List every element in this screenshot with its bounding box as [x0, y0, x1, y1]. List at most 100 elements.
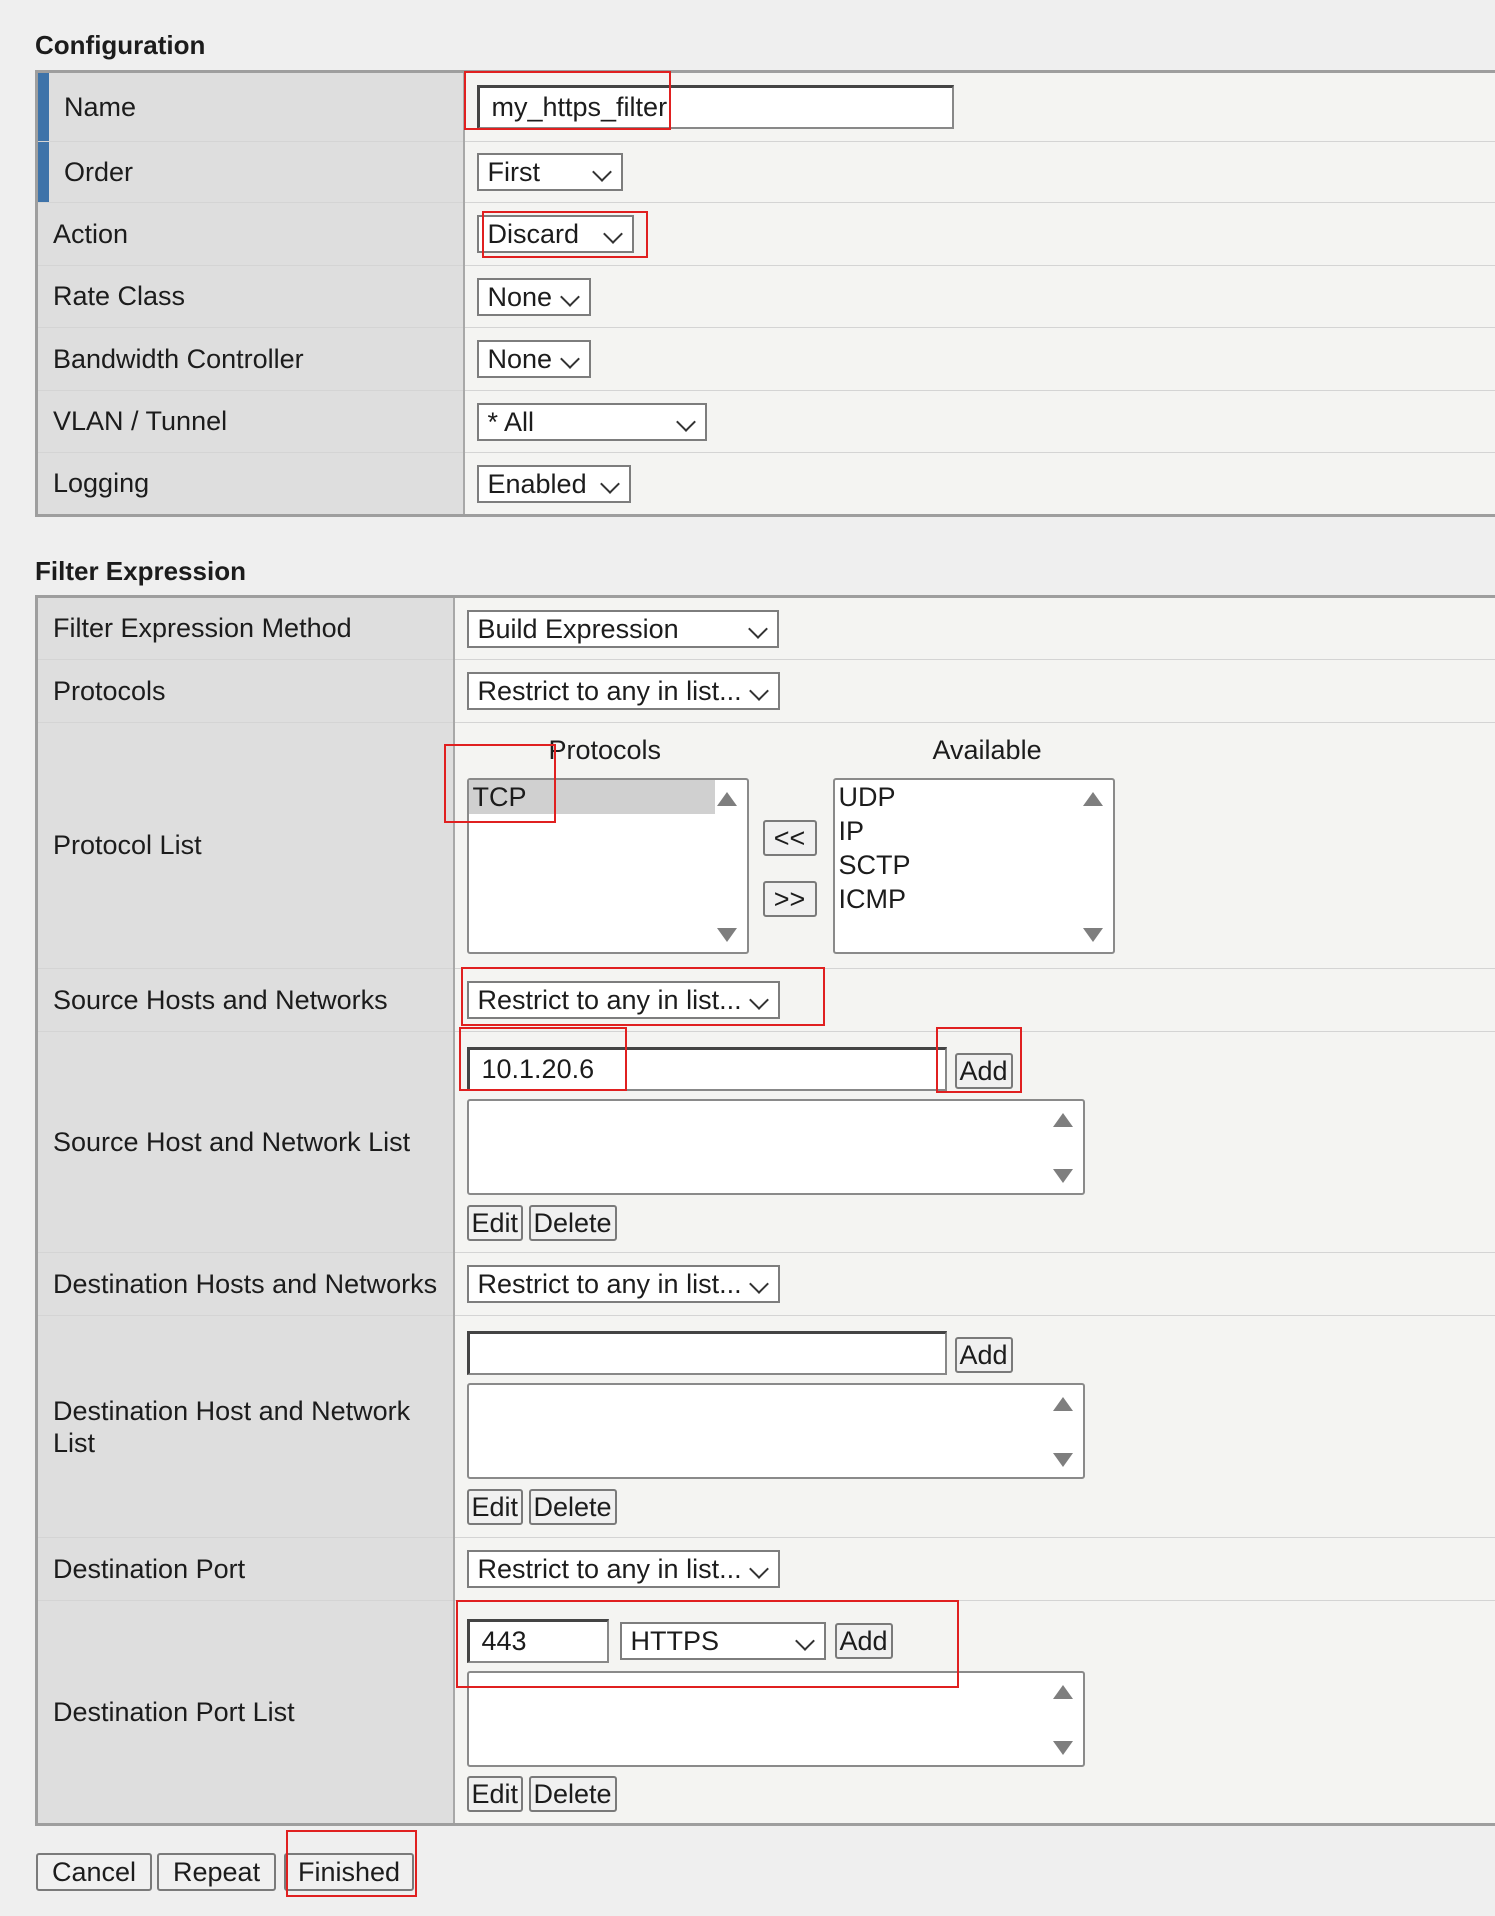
action-select[interactable]: Discard — [476, 215, 634, 253]
chevron-down-icon — [599, 473, 620, 494]
destination-list-label-line1: Destination Host and Network — [53, 1395, 411, 1426]
scroll-down-icon[interactable] — [1052, 1453, 1073, 1467]
destination-hosts-select-value: Restrict to any in list... — [477, 1269, 742, 1299]
scroll-down-icon[interactable] — [1052, 1169, 1073, 1183]
scroll-up-icon[interactable] — [1082, 792, 1103, 806]
rate-class-label: Rate Class — [36, 265, 465, 328]
protocols-select-value: Restrict to any in list... — [477, 676, 742, 706]
action-row: Action Discard — [36, 202, 1495, 266]
source-host-listbox[interactable] — [466, 1099, 1085, 1195]
source-list-label: Source Host and Network List — [36, 1031, 455, 1253]
destination-add-button[interactable]: Add — [954, 1337, 1013, 1373]
available-protocols-header: Available — [932, 735, 1042, 765]
chevron-down-icon — [591, 162, 612, 182]
vlan-select[interactable]: * All — [476, 402, 707, 441]
destination-hosts-row: Destination Hosts and Networks Restrict … — [36, 1252, 1495, 1316]
move-left-button[interactable]: << — [762, 820, 817, 856]
port-delete-button[interactable]: Delete — [528, 1776, 617, 1812]
configuration-section-title: Configuration — [35, 30, 206, 60]
scroll-up-icon[interactable] — [716, 792, 737, 806]
method-label: Filter Expression Method — [36, 596, 455, 660]
filter-table: Filter Expression Method Build Expressio… — [35, 595, 1495, 1826]
protocols-select[interactable]: Restrict to any in list... — [466, 672, 780, 710]
bandwidth-select[interactable]: None — [476, 340, 591, 378]
available-protocol-option[interactable]: IP — [835, 814, 1113, 848]
name-row: Name my_https_filter — [36, 71, 1495, 142]
port-number-input[interactable]: 443 — [466, 1619, 609, 1663]
port-service-select[interactable]: HTTPS — [619, 1622, 826, 1660]
action-select-value: Discard — [487, 219, 580, 249]
selected-protocols-listbox[interactable]: TCP — [466, 778, 749, 954]
destination-hosts-select[interactable]: Restrict to any in list... — [466, 1265, 780, 1303]
vlan-select-value: * All — [487, 406, 535, 437]
destination-delete-button[interactable]: Delete — [528, 1489, 617, 1525]
port-edit-button[interactable]: Edit — [466, 1776, 524, 1812]
selected-protocol-option[interactable]: TCP — [468, 780, 715, 814]
available-protocols-listbox[interactable]: UDP IP SCTP ICMP — [832, 778, 1115, 954]
destination-list-row: Destination Host and Network List Add Edi… — [36, 1315, 1495, 1538]
port-list-row: Destination Port List 443 HTTPS Add Edit… — [36, 1600, 1495, 1825]
chevron-down-icon — [748, 990, 769, 1010]
protocol-list-label: Protocol List — [36, 722, 455, 969]
method-select[interactable]: Build Expression — [466, 609, 779, 648]
protocols-label: Protocols — [36, 659, 455, 723]
port-service-select-value: HTTPS — [630, 1626, 720, 1656]
port-listbox[interactable] — [466, 1671, 1085, 1767]
port-list-container: 443 HTTPS Add Edit Delete — [466, 1601, 1495, 1823]
source-hosts-select[interactable]: Restrict to any in list... — [466, 981, 780, 1019]
logging-select[interactable]: Enabled — [476, 464, 631, 503]
move-right-button[interactable]: >> — [762, 881, 817, 917]
chevron-down-icon — [748, 1559, 769, 1579]
scroll-up-icon[interactable] — [1052, 1397, 1073, 1411]
logging-label: Logging — [36, 452, 465, 516]
method-row: Filter Expression Method Build Expressio… — [36, 596, 1495, 660]
destination-list-label: Destination Host and Network List — [36, 1315, 455, 1538]
cancel-button[interactable]: Cancel — [36, 1853, 153, 1891]
chevron-down-icon — [559, 349, 580, 369]
bandwidth-label: Bandwidth Controller — [36, 327, 465, 391]
chevron-down-icon — [602, 224, 623, 244]
rate-class-row: Rate Class None — [36, 265, 1495, 328]
chevron-down-icon — [748, 1274, 769, 1294]
name-input[interactable]: my_https_filter — [476, 85, 954, 129]
port-add-button[interactable]: Add — [834, 1623, 893, 1659]
source-add-button[interactable]: Add — [954, 1053, 1013, 1089]
source-hosts-row: Source Hosts and Networks Restrict to an… — [36, 968, 1495, 1032]
protocol-list-row: Protocol List Protocols Available TCP <<… — [36, 722, 1495, 969]
port-list-label: Destination Port List — [36, 1600, 455, 1825]
protocol-list-container: Protocols Available TCP << >> UDP IP SCT… — [466, 723, 1495, 968]
bandwidth-row: Bandwidth Controller None — [36, 327, 1495, 391]
source-edit-button[interactable]: Edit — [466, 1205, 524, 1241]
available-protocol-option[interactable]: UDP — [835, 780, 1113, 814]
scroll-down-icon[interactable] — [1052, 1741, 1073, 1755]
finished-button[interactable]: Finished — [284, 1853, 415, 1891]
source-delete-button[interactable]: Delete — [528, 1205, 617, 1241]
rate-class-select[interactable]: None — [476, 277, 591, 316]
destination-host-input[interactable] — [466, 1331, 947, 1375]
available-protocol-option[interactable]: ICMP — [835, 882, 1113, 916]
method-select-value: Build Expression — [477, 613, 679, 644]
destination-host-listbox[interactable] — [466, 1383, 1085, 1479]
repeat-button[interactable]: Repeat — [157, 1853, 277, 1891]
order-select[interactable]: First — [476, 153, 623, 191]
destination-port-label: Destination Port — [36, 1537, 455, 1601]
destination-port-select-value: Restrict to any in list... — [477, 1554, 742, 1584]
destination-port-row: Destination Port Restrict to any in list… — [36, 1537, 1495, 1601]
chevron-down-icon — [675, 411, 696, 432]
source-host-input[interactable]: 10.1.20.6 — [466, 1047, 947, 1091]
destination-list-container: Add Edit Delete — [466, 1316, 1495, 1537]
destination-port-select[interactable]: Restrict to any in list... — [466, 1550, 780, 1588]
scroll-up-icon[interactable] — [1052, 1685, 1073, 1699]
source-hosts-label: Source Hosts and Networks — [36, 968, 455, 1032]
destination-edit-button[interactable]: Edit — [466, 1489, 524, 1525]
vlan-row: VLAN / Tunnel * All — [36, 390, 1495, 453]
order-label: Order — [36, 141, 465, 203]
scroll-down-icon[interactable] — [716, 928, 737, 942]
scroll-down-icon[interactable] — [1082, 928, 1103, 942]
source-hosts-select-value: Restrict to any in list... — [477, 985, 742, 1015]
name-label: Name — [36, 71, 465, 142]
source-list-row: Source Host and Network List 10.1.20.6 A… — [36, 1031, 1495, 1253]
available-protocol-option[interactable]: SCTP — [835, 848, 1113, 882]
vlan-label: VLAN / Tunnel — [36, 390, 465, 453]
scroll-up-icon[interactable] — [1052, 1113, 1073, 1127]
